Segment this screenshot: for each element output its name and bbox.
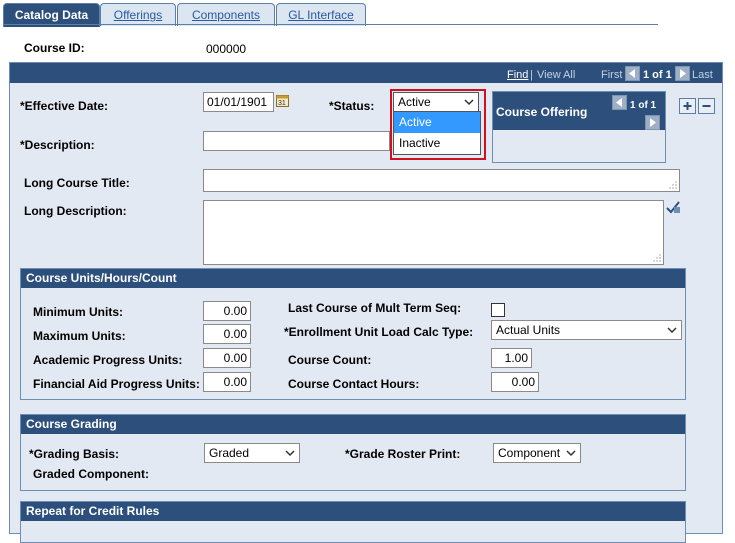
svg-text:31: 31 xyxy=(278,100,286,107)
grading-basis-value: Graded xyxy=(209,446,250,460)
tab-components-label: Components xyxy=(191,8,261,22)
next-row-button[interactable] xyxy=(675,66,690,81)
row-count: 1 of 1 xyxy=(643,69,672,81)
grade-roster-print-value: Component xyxy=(498,446,561,460)
long-description-label: Long Description: xyxy=(24,204,127,218)
long-course-title-input[interactable] xyxy=(203,169,680,192)
minimum-units-label: Minimum Units: xyxy=(33,305,123,319)
resize-grip-icon xyxy=(653,254,661,262)
academic-progress-units-label: Academic Progress Units: xyxy=(33,353,183,367)
maximum-units-input[interactable] xyxy=(203,324,251,344)
enrollment-calc-select[interactable]: Actual Units xyxy=(491,320,682,340)
long-course-title-label: Long Course Title: xyxy=(24,176,130,190)
grade-roster-print-label: *Grade Roster Print: xyxy=(345,447,461,461)
status-select[interactable]: Active xyxy=(393,92,479,112)
last-course-label: Last Course of Mult Term Seq: xyxy=(288,301,462,315)
repeat-credit-header: Repeat for Credit Rules xyxy=(21,502,685,521)
calendar-icon[interactable]: 31 xyxy=(276,94,289,107)
tab-gl-interface-label: GL Interface xyxy=(288,8,354,22)
status-option-active[interactable]: Active xyxy=(394,112,480,133)
academic-progress-units-input[interactable] xyxy=(203,348,251,368)
last-course-checkbox[interactable] xyxy=(491,303,505,317)
chevron-down-icon xyxy=(464,99,474,106)
effective-date-label: *Effective Date: xyxy=(20,99,109,113)
course-offering-title: Course Offering xyxy=(496,105,588,119)
course-count-input[interactable] xyxy=(491,348,532,368)
arrow-left-icon xyxy=(616,98,622,107)
maximum-units-label: Maximum Units: xyxy=(33,329,126,343)
contact-hours-input[interactable] xyxy=(491,372,539,392)
contact-hours-label: Course Contact Hours: xyxy=(288,377,420,391)
long-description-input[interactable] xyxy=(203,200,664,265)
course-id-value: 000000 xyxy=(206,42,247,56)
view-all-link[interactable]: View All xyxy=(537,69,575,81)
status-dropdown-list: Active Inactive xyxy=(393,111,481,155)
grading-basis-label: *Grading Basis: xyxy=(29,447,120,461)
chevron-down-icon xyxy=(285,450,295,457)
prev-row-button[interactable] xyxy=(625,66,640,81)
tab-offerings[interactable]: Offerings xyxy=(100,3,176,26)
spell-check-icon[interactable] xyxy=(665,199,681,215)
first-label: First xyxy=(601,69,623,81)
arrow-right-icon xyxy=(650,118,656,127)
offering-count: 1 of 1 xyxy=(630,100,657,111)
enrollment-calc-label: *Enrollment Unit Load Calc Type: xyxy=(284,325,474,339)
add-row-button[interactable] xyxy=(679,98,696,114)
repeat-credit-section: Repeat for Credit Rules xyxy=(20,501,686,543)
financial-aid-units-label: Financial Aid Progress Units: xyxy=(33,377,200,391)
minus-icon xyxy=(702,105,711,107)
course-grading-header: Course Grading xyxy=(21,415,685,434)
offering-next-button[interactable] xyxy=(645,115,660,130)
nav-separator: | xyxy=(530,69,533,81)
description-input[interactable] xyxy=(203,131,390,151)
chevron-down-icon xyxy=(566,450,576,457)
graded-component-label: Graded Component: xyxy=(33,467,149,481)
tab-components[interactable]: Components xyxy=(177,3,275,26)
tab-offerings-label: Offerings xyxy=(113,8,163,22)
course-id-label: Course ID: xyxy=(24,41,85,55)
tab-gl-interface[interactable]: GL Interface xyxy=(276,3,366,26)
last-label: Last xyxy=(692,69,713,81)
resize-grip-icon xyxy=(669,181,677,189)
course-units-header: Course Units/Hours/Count xyxy=(21,269,685,288)
minimum-units-input[interactable] xyxy=(203,301,251,321)
grade-roster-print-select[interactable]: Component xyxy=(493,443,581,463)
offering-prev-button[interactable] xyxy=(612,95,627,110)
description-label: *Description: xyxy=(20,138,95,152)
effective-date-input[interactable] xyxy=(203,92,274,112)
tab-underline xyxy=(3,24,658,25)
plus-icon xyxy=(683,102,692,110)
arrow-right-icon xyxy=(680,69,686,78)
course-count-label: Course Count: xyxy=(288,353,372,367)
status-option-inactive[interactable]: Inactive xyxy=(394,133,480,154)
find-link[interactable]: Find xyxy=(507,69,528,81)
enrollment-calc-value: Actual Units xyxy=(496,323,561,337)
financial-aid-units-input[interactable] xyxy=(203,372,251,392)
status-label: *Status: xyxy=(329,99,375,113)
chevron-down-icon xyxy=(667,327,677,334)
status-select-value: Active xyxy=(398,95,431,109)
arrow-left-icon xyxy=(629,69,635,78)
grading-basis-select[interactable]: Graded xyxy=(204,443,300,463)
delete-row-button[interactable] xyxy=(698,98,715,114)
